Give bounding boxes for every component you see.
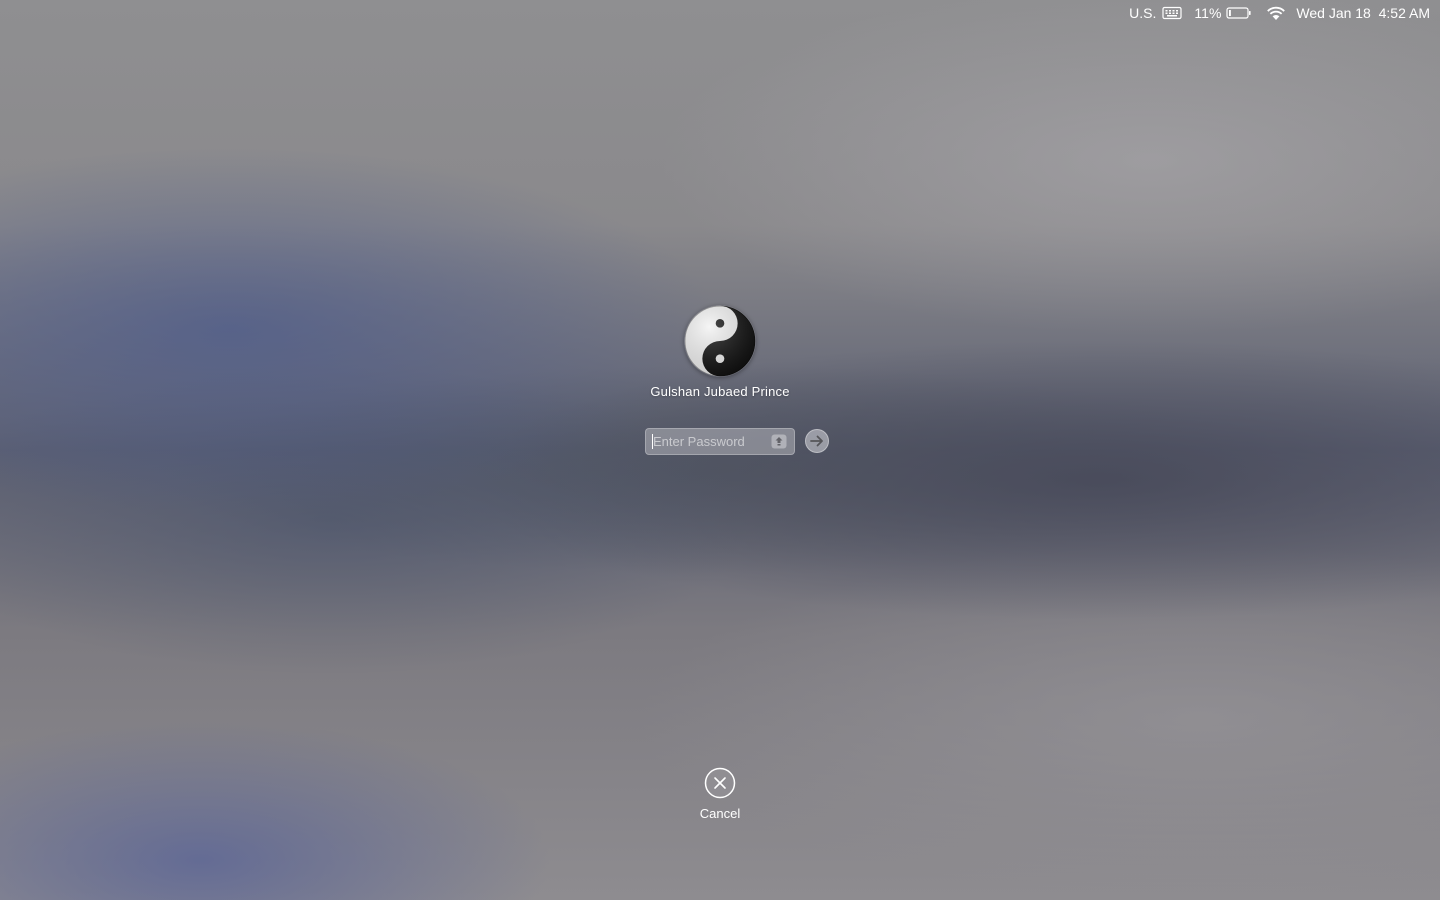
keyboard-icon	[1162, 6, 1183, 20]
login-submit-button[interactable]	[805, 429, 829, 453]
wifi-icon	[1267, 6, 1286, 20]
password-field[interactable]	[645, 428, 795, 455]
battery-menu[interactable]: 11%	[1194, 5, 1252, 21]
lock-screen: U.S. 11% Wed Jan 18 4:52 AM Gulshan Juba…	[0, 0, 1440, 900]
input-source-label: U.S.	[1129, 5, 1157, 21]
arrow-right-icon	[810, 435, 823, 447]
yin-yang-avatar[interactable]	[684, 305, 756, 377]
close-circle-icon	[704, 767, 736, 799]
text-cursor	[652, 434, 653, 449]
clock-menu[interactable]: Wed Jan 18 4:52 AM	[1296, 5, 1430, 21]
user-name: Gulshan Jubaed Prince	[650, 384, 790, 399]
input-source-menu[interactable]: U.S.	[1129, 5, 1183, 21]
battery-icon	[1226, 7, 1251, 19]
keychain-icon[interactable]	[771, 434, 787, 449]
menu-bar-status: U.S. 11% Wed Jan 18 4:52 AM	[1119, 0, 1440, 26]
date-time: Wed Jan 18 4:52 AM	[1296, 5, 1430, 21]
battery-percent: 11%	[1194, 5, 1222, 21]
battery-fill	[1229, 10, 1232, 16]
wifi-menu[interactable]	[1266, 6, 1286, 21]
cancel-label: Cancel	[699, 806, 741, 821]
cancel-button[interactable]: Cancel	[680, 767, 760, 827]
password-input[interactable]	[646, 429, 765, 454]
